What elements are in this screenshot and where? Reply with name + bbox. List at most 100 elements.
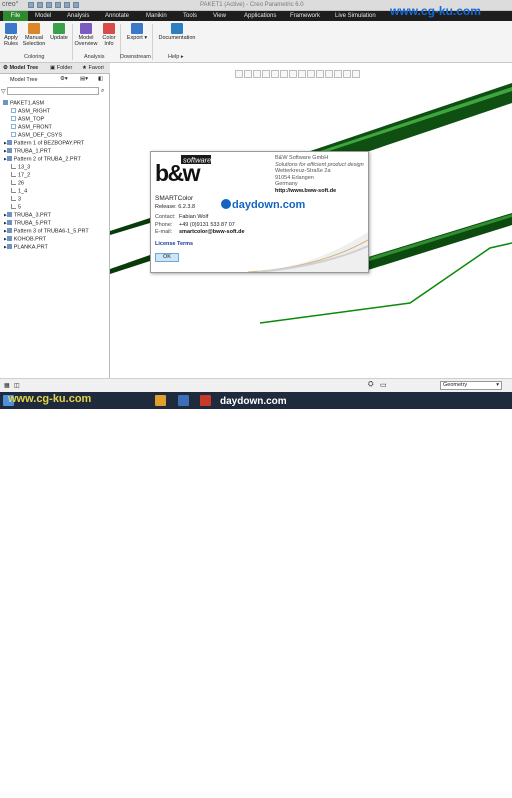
browser-toggle-icon[interactable]: ◫ — [14, 382, 20, 389]
new-file-icon[interactable] — [28, 2, 34, 8]
tree-node[interactable]: 3 — [11, 196, 21, 203]
tab-model-tree[interactable]: ⚙ Model Tree — [3, 65, 38, 71]
tree-node[interactable]: PAKET1.ASM — [3, 100, 44, 107]
tab-live-simulation[interactable]: Live Simulation — [335, 13, 376, 19]
tree-node[interactable]: ▸ TRUBA_3.PRT — [4, 212, 51, 219]
tree-node[interactable]: ▸ KOHOB.PRT — [4, 236, 46, 243]
tab-framework[interactable]: Framework — [290, 13, 320, 19]
manual-selection-icon — [28, 23, 40, 34]
chevron-down-icon: ▾ — [496, 382, 499, 388]
panel-tabs: ⚙ Model Tree ▣ Folder ★ Favori — [0, 63, 110, 74]
part-icon — [6, 244, 12, 249]
tab-tools[interactable]: Tools — [183, 13, 197, 19]
filter-icon[interactable]: ▽ — [1, 88, 6, 95]
zoom-out-icon[interactable] — [253, 70, 261, 78]
product-info: SMARTColor Release: 6.2.3.8 — [155, 195, 196, 210]
save-icon[interactable] — [46, 2, 52, 8]
company-info: B&W Software GmbH Solutions for efficien… — [275, 155, 364, 194]
tab-folder-browser[interactable]: ▣ Folder — [50, 65, 72, 71]
coordinate-system-icon — [11, 132, 16, 137]
appearance-icon[interactable] — [343, 70, 351, 78]
license-terms-link[interactable]: License Terms — [155, 241, 193, 247]
pause-icon[interactable] — [352, 70, 360, 78]
manual-selection-button[interactable]: Manual Selection — [22, 23, 46, 47]
tree-node[interactable]: ▸ Pattern 3 of TRUBA6-1_5.PRT — [4, 228, 89, 235]
system-clock[interactable]: 6:37 PM 4/11/2020 — [476, 786, 498, 798]
select-filter-icon[interactable]: ▭ — [380, 381, 387, 389]
tree-node[interactable]: ASM_TOP — [11, 116, 44, 123]
regenerate-icon[interactable] — [73, 2, 79, 8]
tab-file[interactable]: File — [3, 11, 28, 21]
tree-node[interactable]: ASM_FRONT — [11, 124, 52, 131]
filezilla-icon[interactable] — [200, 395, 211, 406]
refit-icon[interactable] — [235, 70, 243, 78]
tree-node[interactable]: ▸ Pattern 2 of TRUBA_2.PRT — [4, 156, 81, 163]
tree-columns-icon[interactable]: ▤▾ — [80, 76, 88, 82]
update-icon — [53, 23, 65, 34]
email-link[interactable]: smartcolor@bww-soft.de — [179, 229, 245, 235]
language-indicator[interactable]: EN — [425, 790, 432, 796]
documentation-button[interactable]: Documentation — [155, 23, 199, 41]
tree-node[interactable]: ▸ Pattern 1 of BEZBOPAY.PRT — [4, 140, 84, 147]
watermark-text: www.cg-ku.com — [390, 4, 481, 18]
tree-node[interactable]: ▸ PLANKA.PRT — [4, 244, 48, 251]
update-button[interactable]: Update — [48, 23, 70, 41]
creo-taskbar-icon[interactable] — [178, 395, 189, 406]
explorer-icon[interactable] — [155, 395, 166, 406]
tree-show-icon[interactable]: ◧ — [98, 76, 103, 82]
website-link[interactable]: http://www.bww-soft.de — [275, 188, 364, 195]
group-label-help[interactable]: Help ▸ — [168, 54, 184, 60]
open-file-icon[interactable] — [37, 2, 43, 8]
find-icon[interactable]: ⛭ — [368, 381, 374, 389]
selection-filter-dropdown[interactable]: Geometry ▾ — [440, 381, 502, 390]
zoom-in-icon[interactable] — [244, 70, 252, 78]
tree-node[interactable]: ASM_DEF_CSYS — [11, 132, 62, 139]
tree-node[interactable]: ▸ TRUBA_1.PRT — [4, 148, 51, 155]
apply-rules-button[interactable]: Apply Rules — [1, 23, 21, 47]
display-style-icon[interactable] — [271, 70, 279, 78]
sketch-icon — [11, 204, 16, 209]
sketch-icon — [11, 172, 16, 177]
tree-node[interactable]: 1_4 — [11, 188, 27, 195]
navigator-toggle-icon[interactable]: ▦ — [4, 382, 10, 389]
tree-node[interactable]: 17_2 — [11, 172, 30, 179]
tab-annotate[interactable]: Annotate — [105, 13, 129, 19]
search-icon[interactable]: ⌕ — [101, 88, 104, 95]
tree-node[interactable]: 13_3 — [11, 164, 30, 171]
ok-button[interactable]: OK — [155, 253, 179, 262]
sketch-icon — [11, 164, 16, 169]
pipe-highlight — [365, 214, 512, 262]
tab-view[interactable]: View — [213, 13, 226, 19]
tab-favorites[interactable]: ★ Favori — [82, 65, 104, 71]
tree-node[interactable]: ▸ TRUBA_5.PRT — [4, 220, 51, 227]
tree-node[interactable]: ASM_RIGHT — [11, 108, 50, 115]
annotation-display-icon[interactable] — [325, 70, 333, 78]
tree-settings-icon[interactable]: ⚙▾ — [60, 76, 68, 82]
ribbon-separator — [152, 24, 153, 60]
color-info-button[interactable]: Color Info — [99, 23, 119, 47]
redo-icon[interactable] — [64, 2, 70, 8]
ribbon-separator — [72, 24, 73, 60]
model-overview-button[interactable]: Model Overview — [74, 23, 98, 47]
spin-center-icon[interactable] — [334, 70, 342, 78]
saved-orientations-icon[interactable] — [280, 70, 288, 78]
view-manager-icon[interactable] — [289, 70, 297, 78]
datum-plane-icon — [11, 116, 16, 121]
repaint-icon[interactable] — [262, 70, 270, 78]
ribbon-panel: Apply Rules Manual Selection Update Mode… — [0, 21, 512, 63]
perspective-icon[interactable] — [298, 70, 306, 78]
tab-analysis[interactable]: Analysis — [67, 13, 89, 19]
undo-icon[interactable] — [55, 2, 61, 8]
section-icon[interactable] — [307, 70, 315, 78]
tree-search-input[interactable] — [7, 87, 99, 95]
datum-display-icon[interactable] — [316, 70, 324, 78]
tab-manikin[interactable]: Manikin — [146, 13, 167, 19]
tab-model[interactable]: Model — [35, 13, 51, 19]
assembly-icon — [3, 100, 8, 105]
tree-node[interactable]: 26 — [11, 180, 24, 187]
export-button[interactable]: Export ▾ — [124, 23, 150, 41]
status-bar: ▦ ◫ ⛭ ▭ — [0, 378, 512, 392]
tree-node[interactable]: 5 — [11, 204, 21, 211]
tab-applications[interactable]: Applications — [244, 13, 276, 19]
creo-logo: creo° — [2, 1, 19, 8]
